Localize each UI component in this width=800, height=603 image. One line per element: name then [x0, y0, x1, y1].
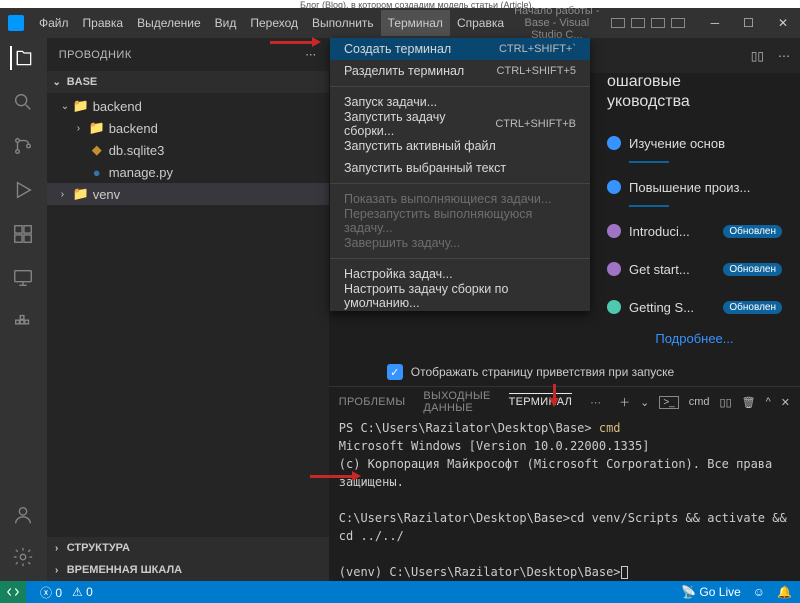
menu-правка[interactable]: Правка [76, 10, 131, 36]
terminal-profile-label[interactable]: cmd [689, 396, 710, 408]
tree-item-backend[interactable]: ⌄📁backend [47, 95, 329, 117]
menu-выполнить[interactable]: Выполнить [305, 10, 381, 36]
check-icon: ✓ [387, 364, 403, 380]
window-title: Начало работы - Base - Visual Studio C..… [511, 5, 603, 41]
annotation-arrow [270, 41, 318, 44]
menu-файл[interactable]: Файл [32, 10, 76, 36]
workspace-root[interactable]: ⌄BASE [47, 71, 329, 93]
menu-переход[interactable]: Переход [243, 10, 305, 36]
feedback-icon[interactable]: ☺ [753, 585, 765, 599]
go-live-button[interactable]: 📡 Go Live [681, 585, 741, 599]
menu-item[interactable]: Запустить выбранный текст [330, 157, 590, 179]
split-editor-icon[interactable]: ▯▯ [751, 49, 764, 63]
close-icon[interactable]: ✕ [766, 16, 800, 30]
tree-item-manage.py[interactable]: ●manage.py [47, 161, 329, 183]
menu-справка[interactable]: Справка [450, 10, 511, 36]
activity-bar [0, 38, 47, 581]
terminal-profile-icon[interactable]: >_ [659, 396, 678, 409]
settings-icon[interactable] [11, 545, 35, 569]
walkthrough-more-link[interactable]: Подробнее... [607, 331, 782, 346]
more-icon[interactable]: ⋯ [778, 49, 790, 63]
new-terminal-icon[interactable]: ＋ [619, 394, 630, 410]
sidebar-section-СТРУКТУРА[interactable]: ›СТРУКТУРА [47, 537, 329, 559]
panel-tab-ТЕРМИНАЛ[interactable]: ТЕРМИНАЛ [509, 393, 572, 408]
titlebar: ФайлПравкаВыделениеВидПереходВыполнитьТе… [0, 8, 800, 38]
status-bar: ⓧ 0 ⚠ 0 📡 Go Live ☺ 🔔 [0, 581, 800, 603]
menu-item[interactable]: Запустить активный файл [330, 135, 590, 157]
external-text-strip: Блог (Blog), в котором создадим модель с… [0, 0, 800, 8]
annotation-arrow [553, 384, 556, 404]
walkthrough-item[interactable]: Get start...Обновлен [607, 255, 782, 283]
account-icon[interactable] [11, 503, 35, 527]
terminal-menu-dropdown: Создать терминалCTRL+SHIFT+`Разделить те… [330, 38, 590, 311]
sidebar: ПРОВОДНИК ⋯ ⌄BASE ⌄📁backend›📁backend◆db.… [47, 38, 329, 581]
panel-tab-ВЫХОДНЫЕ ДАННЫЕ[interactable]: ВЫХОДНЫЕ ДАННЫЕ [423, 390, 490, 414]
sidebar-more-icon[interactable]: ⋯ [305, 48, 317, 61]
explorer-icon[interactable] [10, 46, 34, 70]
terminal-output[interactable]: PS C:\Users\Razilator\Desktop\Base> cmdM… [329, 417, 800, 581]
panel-tabs-more-icon[interactable]: ⋯ [590, 396, 601, 409]
layout-controls[interactable] [603, 18, 693, 28]
sidebar-section-ВРЕМЕННАЯ ШКАЛА[interactable]: ›ВРЕМЕННАЯ ШКАЛА [47, 559, 329, 581]
walkthrough-item[interactable]: Повышение произ... [607, 173, 782, 201]
minimize-icon[interactable]: ─ [699, 16, 732, 30]
menu-item[interactable]: Создать терминалCTRL+SHIFT+` [330, 38, 590, 60]
menu-item[interactable]: Разделить терминалCTRL+SHIFT+5 [330, 60, 590, 82]
warnings-count[interactable]: ⚠ 0 [72, 585, 93, 599]
docker-icon[interactable] [11, 310, 35, 334]
bottom-panel: ПРОБЛЕМЫВЫХОДНЫЕ ДАННЫЕТЕРМИНАЛ⋯ ＋ ⌄ >_ … [329, 386, 800, 581]
maximize-icon[interactable]: ☐ [731, 16, 766, 30]
remote-indicator[interactable] [0, 581, 26, 603]
walkthrough-item[interactable]: Getting S...Обновлен [607, 293, 782, 321]
errors-count[interactable]: ⓧ 0 [40, 584, 62, 601]
split-terminal-icon[interactable]: ▯▯ [720, 396, 732, 409]
remote-icon[interactable] [11, 266, 35, 290]
show-welcome-label: Отображать страницу приветствия при запу… [411, 365, 674, 379]
menu-item: Завершить задачу... [330, 232, 590, 254]
menu-item[interactable]: Настроить задачу сборки по умолчанию... [330, 285, 590, 307]
close-panel-icon[interactable]: ✕ [781, 396, 790, 409]
walkthrough-item[interactable]: Introduci...Обновлен [607, 217, 782, 245]
show-welcome-checkbox[interactable]: ✓ Отображать страницу приветствия при за… [387, 364, 674, 380]
menu-выделение[interactable]: Выделение [130, 10, 208, 36]
annotation-arrow [310, 475, 358, 478]
walkthrough-title: ошаговые [607, 73, 782, 91]
trash-icon[interactable]: 🗑 [742, 396, 756, 409]
menu-терминал[interactable]: Терминал [381, 10, 450, 36]
menubar: ФайлПравкаВыделениеВидПереходВыполнитьТе… [32, 10, 511, 36]
tree-item-venv[interactable]: ›📁venv [47, 183, 329, 205]
search-icon[interactable] [11, 90, 35, 114]
tree-item-backend[interactable]: ›📁backend [47, 117, 329, 139]
extensions-icon[interactable] [11, 222, 35, 246]
source-control-icon[interactable] [11, 134, 35, 158]
panel-tab-ПРОБЛЕМЫ[interactable]: ПРОБЛЕМЫ [339, 396, 406, 408]
walkthrough-title: уководства [607, 93, 782, 111]
notifications-icon[interactable]: 🔔 [777, 585, 792, 599]
tree-item-db.sqlite3[interactable]: ◆db.sqlite3 [47, 139, 329, 161]
menu-item[interactable]: Запустить задачу сборки...CTRL+SHIFT+B [330, 113, 590, 135]
maximize-panel-icon[interactable]: ^ [766, 396, 771, 408]
walkthrough-item[interactable]: Изучение основ [607, 129, 782, 157]
menu-вид[interactable]: Вид [208, 10, 244, 36]
menu-item: Перезапустить выполняющуюся задачу... [330, 210, 590, 232]
split-icon-dropdown[interactable]: ⌄ [640, 396, 649, 409]
vscode-icon [8, 15, 24, 31]
run-debug-icon[interactable] [11, 178, 35, 202]
